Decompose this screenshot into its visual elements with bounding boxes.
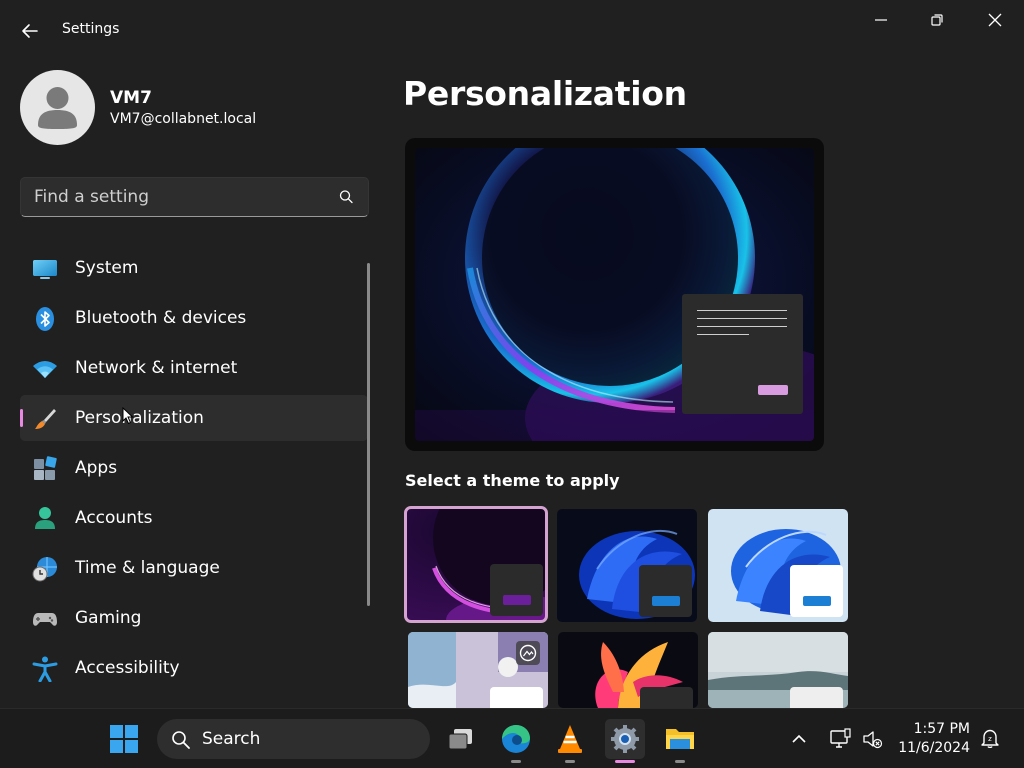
sidebar-item-label: Time & language bbox=[75, 558, 220, 578]
sidebar-item-personalization[interactable]: Personalization bbox=[20, 395, 368, 441]
sidebar-item-label: Apps bbox=[75, 458, 118, 478]
sidebar-item-label: Personalization bbox=[75, 408, 204, 428]
taskbar-search[interactable]: Search bbox=[157, 719, 430, 759]
clock[interactable]: 1:57 PM 11/6/2024 bbox=[898, 720, 970, 758]
start-icon bbox=[110, 725, 138, 753]
theme-preview-window bbox=[640, 687, 693, 708]
sidebar-item-bluetooth[interactable]: Bluetooth & devices bbox=[20, 295, 368, 341]
find-setting-box bbox=[20, 177, 369, 217]
theme-flow[interactable] bbox=[558, 632, 698, 708]
active-indicator bbox=[615, 760, 635, 763]
apps-icon bbox=[34, 456, 57, 480]
theme-sunrise[interactable] bbox=[708, 632, 848, 708]
svg-text:z: z bbox=[988, 735, 992, 743]
vlc-button[interactable] bbox=[550, 719, 590, 763]
sidebar-nav: System Bluetooth & devices Network & int… bbox=[20, 245, 368, 695]
search-icon bbox=[172, 731, 190, 749]
theme-bloom-dark[interactable] bbox=[557, 509, 697, 622]
minimize-icon bbox=[875, 19, 887, 21]
chevron-up-icon[interactable] bbox=[790, 731, 808, 747]
theme-bloom-light[interactable] bbox=[708, 509, 848, 622]
preview-window bbox=[682, 294, 803, 414]
restore-icon bbox=[931, 14, 943, 26]
slideshow-icon bbox=[516, 641, 540, 665]
sidebar-item-label: Accounts bbox=[75, 508, 153, 528]
clock-date: 11/6/2024 bbox=[898, 740, 970, 756]
find-setting-input[interactable] bbox=[21, 178, 331, 216]
settings-icon bbox=[611, 725, 639, 753]
sidebar-item-label: Network & internet bbox=[75, 358, 238, 378]
theme-preview-window bbox=[490, 687, 543, 708]
start-button[interactable] bbox=[104, 719, 144, 759]
arrow-left-icon bbox=[22, 24, 38, 38]
sidebar-item-apps[interactable]: Apps bbox=[20, 445, 368, 491]
task-view-button[interactable] bbox=[441, 719, 481, 759]
sidebar-item-network[interactable]: Network & internet bbox=[20, 345, 368, 391]
file-explorer-icon bbox=[666, 729, 694, 749]
desktop-preview bbox=[415, 148, 814, 441]
running-indicator bbox=[675, 760, 685, 763]
mouse-cursor-icon bbox=[122, 407, 134, 425]
sidebar-item-label: Gaming bbox=[75, 608, 142, 628]
sidebar-item-accessibility[interactable]: Accessibility bbox=[20, 645, 368, 691]
settings-taskbar-button[interactable] bbox=[605, 719, 645, 763]
sidebar-item-gaming[interactable]: Gaming bbox=[20, 595, 368, 641]
theme-section-heading: Select a theme to apply bbox=[405, 471, 620, 490]
accounts-icon bbox=[35, 507, 55, 529]
system-icon bbox=[33, 260, 57, 279]
sidebar-item-label: System bbox=[75, 258, 139, 278]
running-indicator bbox=[565, 760, 575, 763]
sidebar-scrollbar[interactable] bbox=[367, 263, 370, 606]
network-monitor-icon[interactable] bbox=[829, 728, 851, 750]
back-button[interactable] bbox=[18, 20, 42, 42]
sidebar-item-time-language[interactable]: Time & language bbox=[20, 545, 368, 591]
theme-preview bbox=[405, 138, 824, 451]
theme-preview-window bbox=[639, 565, 692, 617]
notification-icon[interactable]: z bbox=[979, 727, 1001, 749]
restore-button[interactable] bbox=[922, 8, 952, 32]
sidebar-item-accounts[interactable]: Accounts bbox=[20, 495, 368, 541]
edge-button[interactable] bbox=[496, 719, 536, 763]
volume-muted-icon[interactable] bbox=[861, 728, 883, 750]
brush-icon bbox=[35, 409, 56, 429]
wifi-icon bbox=[33, 361, 57, 378]
user-icon bbox=[38, 87, 77, 129]
title-bar: Settings bbox=[0, 0, 1024, 60]
theme-preview-window bbox=[790, 565, 843, 617]
minimize-button[interactable] bbox=[866, 8, 896, 32]
time-language-icon bbox=[32, 557, 57, 582]
theme-preview-window bbox=[790, 687, 843, 708]
avatar[interactable] bbox=[20, 70, 95, 145]
page-title: Personalization bbox=[403, 74, 687, 113]
sidebar-item-system[interactable]: System bbox=[20, 245, 368, 291]
bluetooth-icon bbox=[36, 307, 54, 331]
taskbar: Search 1:57 PM 11/6/2024 z bbox=[0, 708, 1024, 768]
close-button[interactable] bbox=[980, 8, 1010, 32]
accessibility-icon bbox=[32, 656, 58, 682]
settings-window: Settings VM7 VM7@collabnet.local Find a … bbox=[0, 0, 1024, 708]
app-title: Settings bbox=[62, 21, 120, 37]
user-email: VM7@collabnet.local bbox=[110, 111, 257, 127]
clock-time: 1:57 PM bbox=[913, 721, 970, 737]
edge-icon bbox=[502, 725, 530, 753]
task-view-icon bbox=[448, 729, 472, 750]
file-explorer-button[interactable] bbox=[660, 719, 700, 763]
selection-indicator bbox=[20, 409, 23, 427]
theme-glow-dark[interactable] bbox=[404, 506, 548, 623]
running-indicator bbox=[511, 760, 521, 763]
close-icon bbox=[988, 13, 1002, 27]
theme-preview-window bbox=[490, 564, 543, 616]
user-name: VM7 bbox=[110, 88, 152, 108]
vlc-icon bbox=[558, 725, 582, 753]
theme-captured-motion[interactable] bbox=[408, 632, 548, 708]
search-icon[interactable] bbox=[338, 189, 354, 205]
sidebar-item-label: Accessibility bbox=[75, 658, 180, 678]
sidebar-item-label: Bluetooth & devices bbox=[75, 308, 247, 328]
taskbar-search-label: Search bbox=[202, 729, 261, 749]
gamepad-icon bbox=[33, 613, 57, 626]
